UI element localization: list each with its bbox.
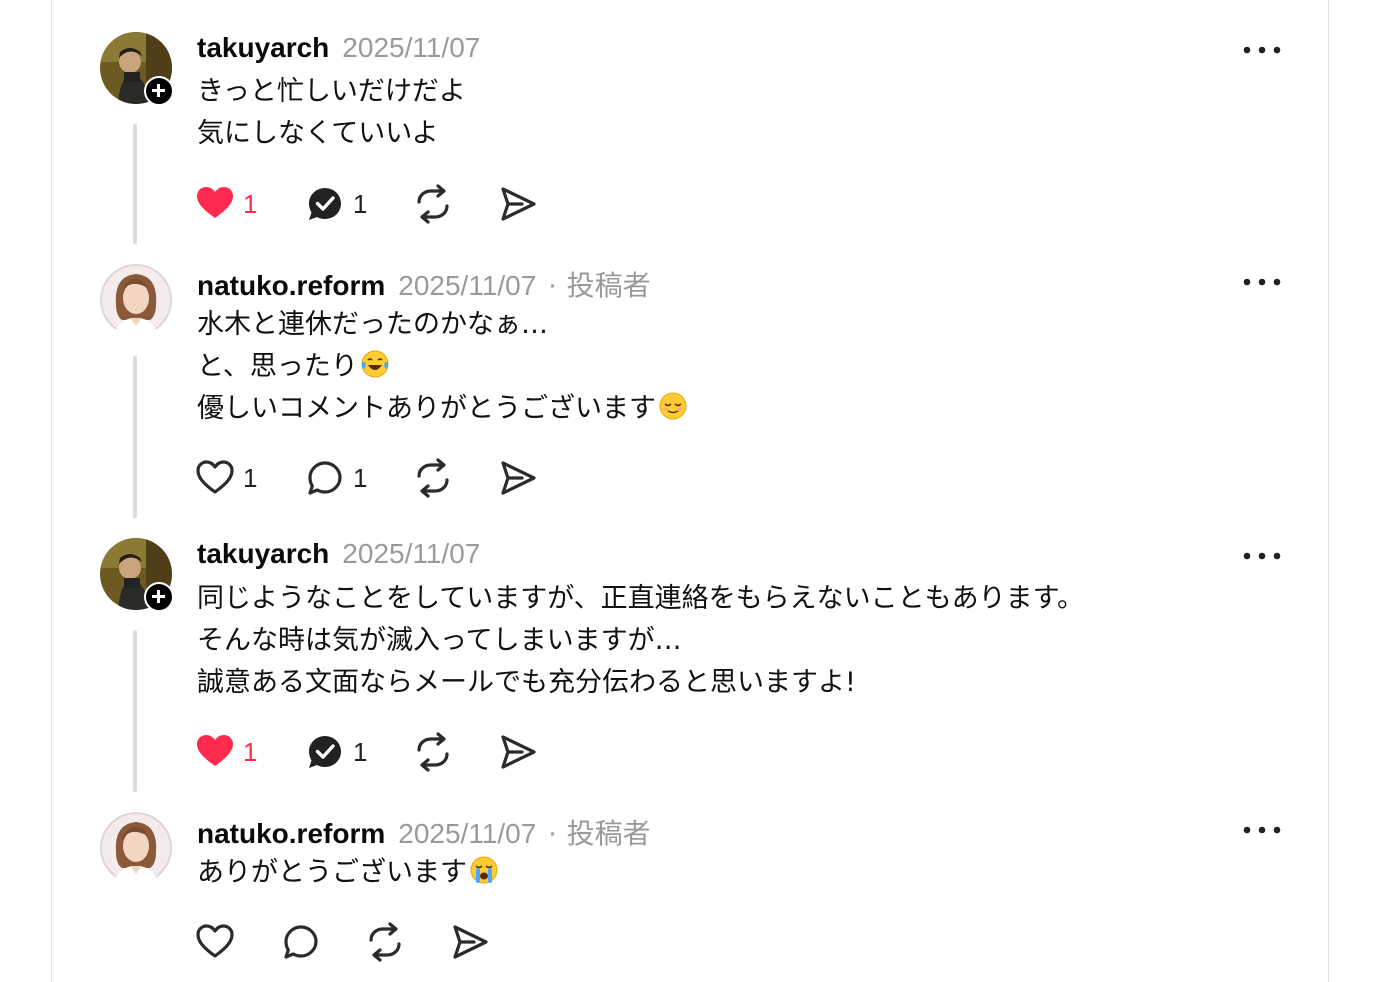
heart-icon <box>196 460 234 494</box>
reply-header: takuyarch 2025/11/07 <box>197 538 480 570</box>
text-line: 誠意ある文面ならメールでも充分伝わると思いますよ! <box>197 667 856 698</box>
comment-count: 1 <box>353 188 368 219</box>
reply-text: きっと忙しいだけだよ 気にしなくていいよ <box>197 71 466 155</box>
text-line: 気にしなくていいよ <box>197 118 439 149</box>
comment-count: 1 <box>353 736 368 767</box>
username[interactable]: takuyarch <box>197 32 329 64</box>
like-button[interactable]: 1 <box>195 184 257 224</box>
heart-icon <box>197 735 233 766</box>
comment-button[interactable]: 1 <box>305 184 367 224</box>
like-button[interactable]: 1 <box>195 458 257 498</box>
more-horizontal-icon <box>1243 278 1281 286</box>
thread-line <box>133 124 137 244</box>
follow-plus-button[interactable] <box>144 582 174 612</box>
relieved-face-icon <box>659 392 687 420</box>
repost-icon <box>417 732 449 772</box>
more-horizontal-icon <box>1243 46 1281 54</box>
avatar[interactable] <box>100 812 172 884</box>
send-icon <box>501 461 536 495</box>
text-line-content: ありがとうございます <box>197 857 467 888</box>
speech-bubble-icon <box>284 925 318 959</box>
like-button[interactable] <box>195 922 235 962</box>
speech-bubble-icon <box>309 188 341 220</box>
post-date[interactable]: 2025/11/07 <box>342 32 480 64</box>
more-options-button[interactable] <box>1240 268 1284 288</box>
text-line: きっと忙しいだけだよ <box>197 76 466 107</box>
share-button[interactable] <box>498 732 538 772</box>
text-line-content: 優しいコメントありがとうございます <box>197 393 656 424</box>
reply-text: 同じようなことをしていますが、正直連絡をもらえないこともあります。 そんな時は気… <box>197 578 1084 704</box>
share-button[interactable] <box>498 184 538 224</box>
loudly-crying-face-icon <box>470 856 498 884</box>
send-icon <box>453 925 488 959</box>
like-count: 1 <box>243 736 258 767</box>
text-line: 水木と連休だったのかなぁ… <box>197 309 548 340</box>
more-options-button[interactable] <box>1240 542 1284 562</box>
comment-button[interactable] <box>281 922 321 962</box>
like-count: 1 <box>243 462 258 493</box>
avatar[interactable] <box>100 32 174 106</box>
separator-dot: · <box>548 820 557 850</box>
speech-bubble-icon <box>309 736 341 768</box>
reply-header: natuko.reform 2025/11/07 · 投稿者 <box>197 264 651 302</box>
reply-header: takuyarch 2025/11/07 <box>197 32 480 64</box>
follow-plus-button[interactable] <box>144 76 174 106</box>
face-with-tears-of-joy-icon <box>361 350 389 378</box>
repost-button[interactable] <box>413 458 453 498</box>
text-line: と、思ったり <box>197 346 688 388</box>
reply-header: natuko.reform 2025/11/07 · 投稿者 <box>197 812 651 850</box>
reply-text: ありがとうございます <box>197 852 499 894</box>
thread-line <box>133 356 137 518</box>
repost-button[interactable] <box>413 184 453 224</box>
reply-text: 水木と連休だったのかなぁ… と、思ったり 優しいコメントありがとうございます <box>197 304 688 430</box>
more-options-button[interactable] <box>1240 816 1284 836</box>
heart-icon <box>197 187 233 218</box>
text-line-content: と、思ったり <box>197 351 358 382</box>
more-options-button[interactable] <box>1240 36 1284 56</box>
speech-bubble-icon <box>308 461 342 495</box>
avatar[interactable] <box>100 264 172 336</box>
author-badge: 投稿者 <box>566 269 651 302</box>
send-icon <box>501 735 536 769</box>
like-button[interactable]: 1 <box>195 732 257 772</box>
more-horizontal-icon <box>1243 826 1281 834</box>
like-count: 1 <box>243 188 258 219</box>
repost-icon <box>417 458 449 498</box>
comment-button[interactable]: 1 <box>305 732 367 772</box>
heart-icon <box>196 924 234 958</box>
comment-button[interactable]: 1 <box>305 458 367 498</box>
comment-count: 1 <box>353 462 368 493</box>
text-line: そんな時は気が滅入ってしまいますが… <box>197 625 682 656</box>
avatar[interactable] <box>100 538 174 612</box>
username[interactable]: natuko.reform <box>197 818 385 850</box>
username[interactable]: takuyarch <box>197 538 329 570</box>
repost-icon <box>369 922 401 962</box>
post-date[interactable]: 2025/11/07 <box>398 818 536 850</box>
send-icon <box>501 187 536 221</box>
share-button[interactable] <box>450 922 490 962</box>
repost-icon <box>417 184 449 224</box>
text-line: ありがとうございます <box>197 852 499 894</box>
separator-dot: · <box>548 272 557 302</box>
author-badge: 投稿者 <box>566 817 651 850</box>
text-line: 同じようなことをしていますが、正直連絡をもらえないこともあります。 <box>197 583 1084 614</box>
post-date[interactable]: 2025/11/07 <box>398 270 536 302</box>
more-horizontal-icon <box>1243 552 1281 560</box>
thread-line <box>133 630 137 792</box>
repost-button[interactable] <box>365 922 405 962</box>
share-button[interactable] <box>498 458 538 498</box>
text-line: 優しいコメントありがとうございます <box>197 388 688 430</box>
username[interactable]: natuko.reform <box>197 270 385 302</box>
repost-button[interactable] <box>413 732 453 772</box>
post-date[interactable]: 2025/11/07 <box>342 538 480 570</box>
